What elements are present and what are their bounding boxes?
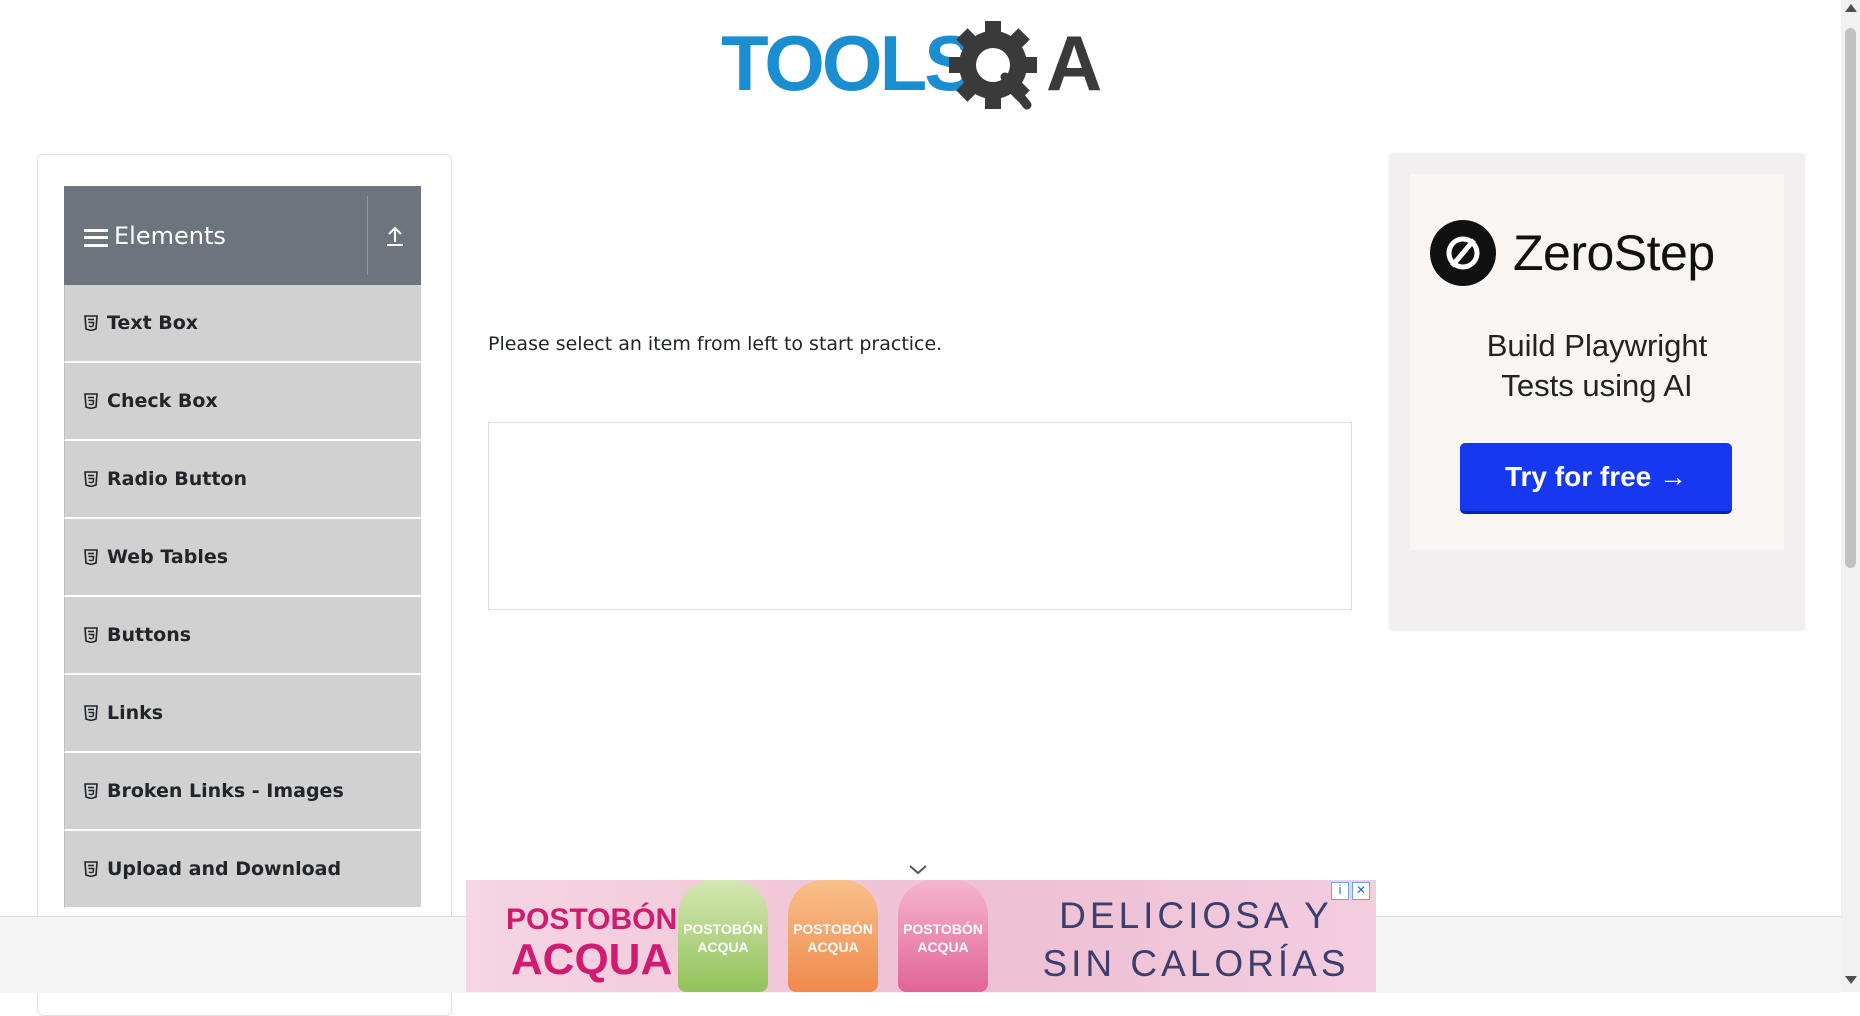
- sidebar-item-label: Text Box: [107, 312, 199, 334]
- collapse-toggle-button[interactable]: [368, 186, 421, 285]
- html5-icon: [84, 627, 98, 643]
- sidebar-item-label: Broken Links - Images: [107, 780, 344, 802]
- ad-headline-line: Build Playwright: [1486, 328, 1708, 363]
- info-icon[interactable]: i: [1331, 882, 1349, 900]
- sidebar-item-label: Web Tables: [107, 546, 229, 568]
- scroll-thumb[interactable]: [1845, 28, 1856, 568]
- bottle-label: POSTOBÓN ACQUA: [793, 921, 873, 955]
- zerostep-logo: ZeroStep: [1430, 220, 1715, 286]
- bottle-label: POSTOBÓN ACQUA: [903, 921, 983, 955]
- ad-brand-name: ZeroStep: [1513, 225, 1715, 281]
- logo-graphic: TOOLS A: [721, 19, 1102, 110]
- scroll-up-arrow-icon[interactable]: [1845, 4, 1857, 12]
- scroll-down-arrow-icon[interactable]: [1845, 976, 1857, 984]
- gear-icon: [949, 21, 1037, 110]
- ad-controls: i ✕: [1331, 882, 1370, 900]
- zerostep-logo-icon: [1430, 220, 1496, 286]
- sidebar-item-label: Links: [107, 702, 164, 724]
- bottle-label: POSTOBÓN ACQUA: [683, 921, 763, 955]
- ad-brand-line: POSTOBÓN: [506, 903, 678, 936]
- page-scrollbar[interactable]: [1841, 0, 1860, 992]
- bottle-image: POSTOBÓN ACQUA: [788, 880, 878, 992]
- practice-prompt: Please select an item from left to start…: [488, 333, 943, 355]
- svg-text:A: A: [1046, 19, 1102, 107]
- hamburger-icon: [84, 228, 108, 247]
- try-for-free-button[interactable]: Try for free →: [1460, 443, 1732, 514]
- bottle-image: POSTOBÓN ACQUA: [898, 880, 988, 992]
- html5-icon: [84, 861, 98, 877]
- ad-brand-line: ACQUA: [510, 935, 673, 984]
- group-title: Elements: [114, 221, 226, 250]
- html5-icon: [84, 549, 98, 565]
- elements-menu-list: Text Box Check Box Radio Button Web Tabl…: [64, 285, 421, 909]
- html5-icon: [84, 315, 98, 331]
- sidebar-item-label: Upload and Download: [107, 858, 342, 880]
- sidebar-item-buttons[interactable]: Buttons: [64, 597, 421, 675]
- chevron-down-icon[interactable]: [906, 860, 930, 880]
- html5-icon: [84, 705, 98, 721]
- sidebar-item-links[interactable]: Links: [64, 675, 421, 753]
- bottle-image: POSTOBÓN ACQUA: [678, 880, 768, 992]
- ad-slogan-line: DELICIOSA Y: [1059, 895, 1333, 936]
- sidebar-item-broken-links[interactable]: Broken Links - Images: [64, 753, 421, 831]
- sidebar-item-upload-download[interactable]: Upload and Download: [64, 831, 421, 909]
- arrow-up-icon: [386, 226, 403, 246]
- ad-brand-logo: POSTOBÓN ACQUA: [506, 900, 678, 984]
- close-icon[interactable]: ✕: [1352, 882, 1370, 900]
- toolsqa-logo[interactable]: TOOLS A: [721, 18, 1126, 114]
- ad-headline-line: Tests using AI: [1501, 368, 1693, 403]
- ad-headline: Build Playwright Tests using AI: [1390, 326, 1804, 406]
- sidebar-item-radio-button[interactable]: Radio Button: [64, 441, 421, 519]
- sidebar-item-label: Buttons: [107, 624, 192, 646]
- ad-postobon[interactable]: POSTOBÓN ACQUA POSTOBÓN ACQUA POSTOBÓN A…: [466, 880, 1376, 992]
- html5-icon: [84, 783, 98, 799]
- ad-zerostep[interactable]: ZeroStep Build Playwright Tests using AI…: [1390, 154, 1804, 630]
- sidebar-item-web-tables[interactable]: Web Tables: [64, 519, 421, 597]
- logo-tools-text: TOOLS: [721, 19, 973, 107]
- html5-icon: [84, 393, 98, 409]
- ad-slogan: DELICIOSA Y SIN CALORÍAS: [1026, 892, 1366, 988]
- sidebar-item-text-box[interactable]: Text Box: [64, 285, 421, 363]
- sidebar-item-label: Radio Button: [107, 468, 247, 490]
- sidebar-item-label: Check Box: [107, 390, 218, 412]
- practice-area: [488, 422, 1352, 610]
- sidebar-item-check-box[interactable]: Check Box: [64, 363, 421, 441]
- elements-group-header[interactable]: Elements: [64, 186, 421, 285]
- ad-slogan-line: SIN CALORÍAS: [1042, 943, 1350, 984]
- html5-icon: [84, 471, 98, 487]
